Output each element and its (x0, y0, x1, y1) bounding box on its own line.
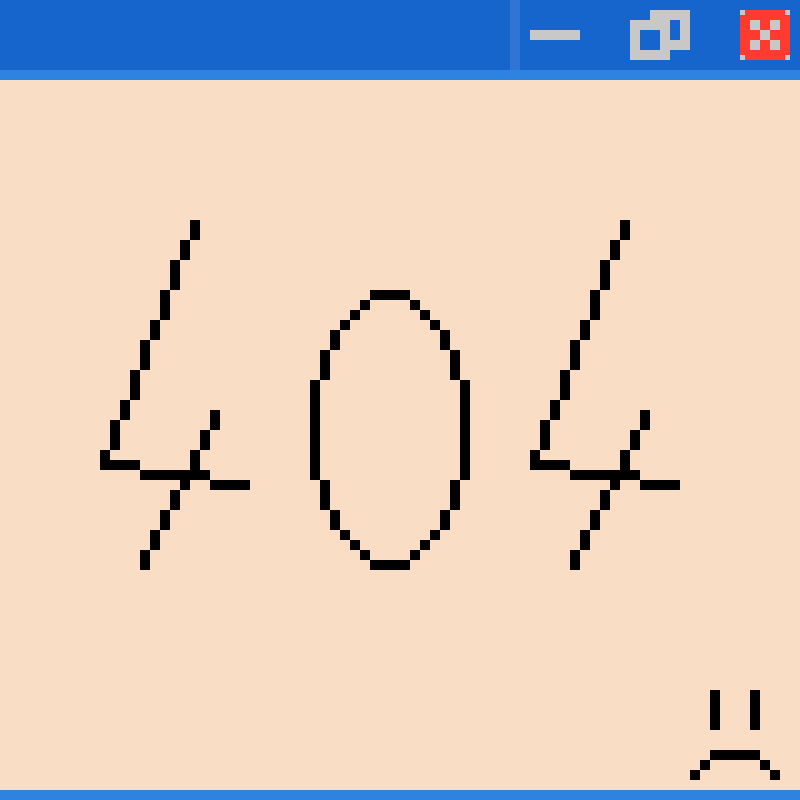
error-artwork: 404 (0, 0, 780, 780)
digit-zero (310, 290, 470, 570)
digit-four-right (530, 220, 680, 570)
error-code-text: 404 (0, 0, 31, 4)
sad-face-icon (690, 690, 780, 780)
bottom-border (0, 790, 800, 800)
digit-four-left (100, 220, 250, 570)
error-window: 404 (0, 0, 800, 800)
